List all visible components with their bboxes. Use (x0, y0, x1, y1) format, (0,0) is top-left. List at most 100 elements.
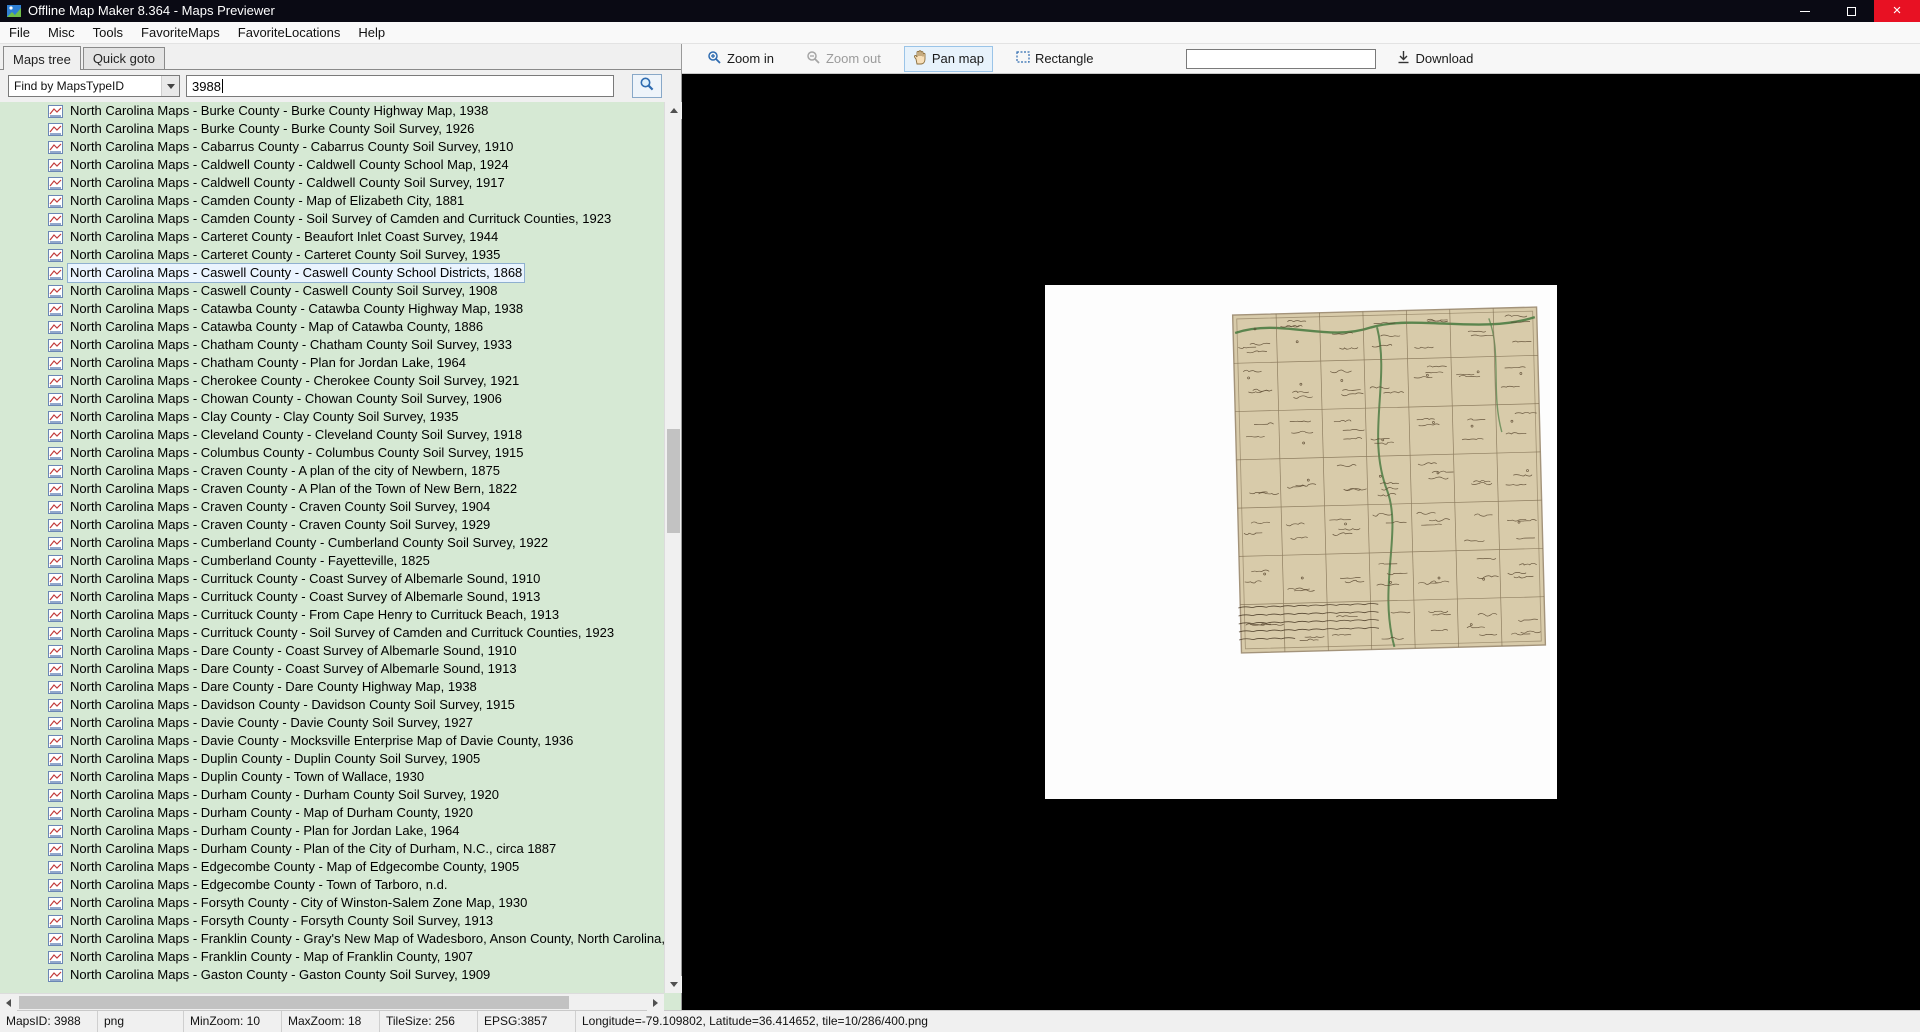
tree-item[interactable]: North Carolina Maps - Dare County - Dare… (0, 678, 664, 696)
tree-item-label: North Carolina Maps - Caswell County - C… (70, 283, 498, 298)
map-item-icon (48, 266, 63, 280)
tree-item[interactable]: North Carolina Maps - Craven County - Cr… (0, 516, 664, 534)
tree-item[interactable]: North Carolina Maps - Cumberland County … (0, 534, 664, 552)
menu-file[interactable]: File (0, 22, 39, 43)
tree-item[interactable]: North Carolina Maps - Gaston County - Ga… (0, 966, 664, 984)
tree-item[interactable]: North Carolina Maps - Cabarrus County - … (0, 138, 664, 156)
tree-item[interactable]: North Carolina Maps - Edgecombe County -… (0, 858, 664, 876)
tree-item[interactable]: North Carolina Maps - Clay County - Clay… (0, 408, 664, 426)
tree-item-label: North Carolina Maps - Cherokee County - … (70, 373, 520, 388)
tree-item[interactable]: North Carolina Maps - Carteret County - … (0, 228, 664, 246)
status-maxzoom: MaxZoom: 18 (282, 1011, 380, 1032)
tree-item[interactable]: North Carolina Maps - Duplin County - Du… (0, 750, 664, 768)
text-caret (221, 79, 223, 93)
tree-item[interactable]: North Carolina Maps - Chatham County - C… (0, 336, 664, 354)
find-by-combo[interactable]: Find by MapsTypeID (8, 75, 180, 97)
tree-item[interactable]: North Carolina Maps - Catawba County - M… (0, 318, 664, 336)
tree-item-label: North Carolina Maps - Currituck County -… (70, 589, 541, 604)
tree-item[interactable]: North Carolina Maps - Carteret County - … (0, 246, 664, 264)
tree-item[interactable]: North Carolina Maps - Camden County - So… (0, 210, 664, 228)
rectangle-icon (1016, 51, 1030, 66)
tree-item[interactable]: North Carolina Maps - Davidson County - … (0, 696, 664, 714)
menu-misc[interactable]: Misc (39, 22, 84, 43)
tree-item[interactable]: North Carolina Maps - Durham County - Pl… (0, 822, 664, 840)
tab-maps-tree[interactable]: Maps tree (3, 46, 81, 70)
horizontal-scroll-thumb[interactable] (19, 996, 569, 1009)
tree-item[interactable]: North Carolina Maps - Cumberland County … (0, 552, 664, 570)
tree-item[interactable]: North Carolina Maps - Craven County - Cr… (0, 498, 664, 516)
menu-help[interactable]: Help (349, 22, 394, 43)
tree-item[interactable]: North Carolina Maps - Camden County - Ma… (0, 192, 664, 210)
vertical-scroll-thumb[interactable] (667, 429, 680, 533)
close-button[interactable]: × (1874, 0, 1920, 22)
tree-item[interactable]: North Carolina Maps - Cleveland County -… (0, 426, 664, 444)
scroll-up-icon[interactable] (665, 102, 682, 119)
tree-item[interactable]: North Carolina Maps - Franklin County - … (0, 948, 664, 966)
menu-favoritemaps[interactable]: FavoriteMaps (132, 22, 229, 43)
tree-item[interactable]: North Carolina Maps - Chatham County - P… (0, 354, 664, 372)
scroll-right-icon[interactable] (647, 994, 664, 1011)
tree-item[interactable]: North Carolina Maps - Columbus County - … (0, 444, 664, 462)
tree-item[interactable]: North Carolina Maps - Caswell County - C… (0, 263, 664, 283)
maximize-button[interactable] (1828, 0, 1874, 22)
search-button[interactable] (632, 74, 662, 98)
map-item-icon (48, 824, 63, 838)
map-preview-sheet (1045, 285, 1557, 799)
tree-item[interactable]: North Carolina Maps - Davie County - Dav… (0, 714, 664, 732)
chevron-down-icon[interactable] (161, 76, 179, 96)
tree-item[interactable]: North Carolina Maps - Craven County - A … (0, 480, 664, 498)
map-item-icon (48, 212, 63, 226)
tree-item[interactable]: North Carolina Maps - Currituck County -… (0, 570, 664, 588)
zoom-out-button[interactable]: Zoom out (797, 46, 890, 72)
map-item-icon (48, 842, 63, 856)
zoom-in-button[interactable]: Zoom in (698, 46, 783, 72)
minimize-button[interactable] (1782, 0, 1828, 22)
tree-item[interactable]: North Carolina Maps - Duplin County - To… (0, 768, 664, 786)
tree-item[interactable]: North Carolina Maps - Davie County - Moc… (0, 732, 664, 750)
horizontal-scrollbar[interactable] (0, 993, 664, 1011)
tree-item[interactable]: North Carolina Maps - Cherokee County - … (0, 372, 664, 390)
tree-item[interactable]: North Carolina Maps - Caldwell County - … (0, 156, 664, 174)
tree-item[interactable]: North Carolina Maps - Craven County - A … (0, 462, 664, 480)
download-button[interactable]: Download (1388, 46, 1482, 71)
tree-item[interactable]: North Carolina Maps - Caldwell County - … (0, 174, 664, 192)
vertical-scrollbar[interactable] (664, 102, 682, 993)
map-item-icon (48, 806, 63, 820)
pan-map-button[interactable]: Pan map (903, 45, 993, 72)
tree-item[interactable]: North Carolina Maps - Burke County - Bur… (0, 120, 664, 138)
toolbar-text-input[interactable] (1186, 48, 1377, 69)
tree-item[interactable]: North Carolina Maps - Edgecombe County -… (0, 876, 664, 894)
tree-item[interactable]: North Carolina Maps - Durham County - Ma… (0, 804, 664, 822)
tree-item[interactable]: North Carolina Maps - Currituck County -… (0, 588, 664, 606)
tree-item[interactable]: North Carolina Maps - Burke County - Bur… (0, 102, 664, 120)
rectangle-button[interactable]: Rectangle (1007, 47, 1103, 70)
menu-favoritelocations[interactable]: FavoriteLocations (229, 22, 350, 43)
left-panel: Maps tree Quick goto Find by MapsTypeID … (0, 44, 682, 1011)
tree-item[interactable]: North Carolina Maps - Forsyth County - C… (0, 894, 664, 912)
tree-item[interactable]: North Carolina Maps - Currituck County -… (0, 606, 664, 624)
tree-item[interactable]: North Carolina Maps - Catawba County - C… (0, 300, 664, 318)
tab-quick-goto[interactable]: Quick goto (82, 47, 165, 69)
tree-item-label: North Carolina Maps - Burke County - Bur… (70, 103, 489, 118)
tree-item[interactable]: North Carolina Maps - Franklin County - … (0, 930, 664, 948)
tree-item[interactable]: North Carolina Maps - Durham County - Du… (0, 786, 664, 804)
tree-item[interactable]: North Carolina Maps - Currituck County -… (0, 624, 664, 642)
tree-item-label: North Carolina Maps - Cumberland County … (70, 553, 430, 568)
tree-item[interactable]: North Carolina Maps - Durham County - Pl… (0, 840, 664, 858)
map-canvas[interactable] (682, 74, 1920, 1010)
map-item-icon (48, 626, 63, 640)
scroll-left-icon[interactable] (0, 994, 17, 1011)
maximize-icon (1846, 6, 1856, 16)
tree-item[interactable]: North Carolina Maps - Dare County - Coas… (0, 660, 664, 678)
search-input[interactable]: 3988 (186, 75, 614, 97)
menu-tools[interactable]: Tools (84, 22, 132, 43)
tree-wrap: North Carolina Maps - Burke County - Bur… (0, 102, 682, 1011)
maps-tree: North Carolina Maps - Burke County - Bur… (0, 102, 664, 993)
tree-item[interactable]: North Carolina Maps - Caswell County - C… (0, 282, 664, 300)
zoom-in-icon (707, 50, 722, 68)
scroll-down-icon[interactable] (665, 976, 682, 993)
tree-item[interactable]: North Carolina Maps - Forsyth County - F… (0, 912, 664, 930)
tree-item[interactable]: North Carolina Maps - Chowan County - Ch… (0, 390, 664, 408)
map-item-icon (48, 248, 63, 262)
tree-item[interactable]: North Carolina Maps - Dare County - Coas… (0, 642, 664, 660)
